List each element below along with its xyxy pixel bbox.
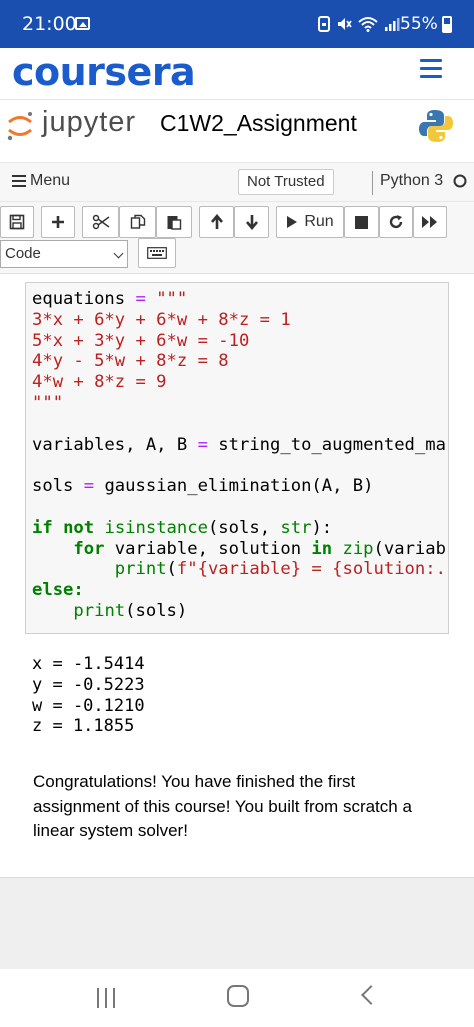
trust-indicator[interactable]: Not Trusted [238,169,334,195]
menu-bar: Menu Not Trusted Python 3 [0,162,474,202]
cell-type-value: Code [5,245,41,262]
output-line: z = 1.1855 [32,716,135,737]
notebook-area: equations = """ 3*x + 6*y + 6*w + 8*z = … [0,274,474,877]
battery-icon [442,16,452,33]
wifi-icon [358,17,378,32]
run-label: Run [304,213,334,230]
output-line: x = -1.5414 [32,654,145,674]
save-icon [9,214,25,230]
insert-cell-button[interactable] [41,206,75,238]
save-button[interactable] [0,206,34,238]
jupyter-header: jupyter C1W2_Assignment [0,100,474,162]
cut-icon [92,214,109,230]
cell-output: x = -1.5414 y = -0.5223 w = -0.1210 z = … [32,654,145,737]
system-nav-bar [0,969,474,1027]
kernel-separator [372,171,373,195]
battery-percent: 55% [400,14,438,34]
code-input[interactable]: equations = """ 3*x + 6*y + 6*w + 8*z = … [32,289,446,622]
home-icon[interactable] [227,985,249,1007]
code-line: sols = gaussian_elimination(A, B) [32,476,374,497]
notebook-name[interactable]: C1W2_Assignment [160,110,357,137]
jupyter-logo-icon[interactable] [6,110,34,142]
chevron-down-icon [113,248,124,259]
kernel-status-icon [453,174,467,188]
paste-button[interactable] [156,206,192,238]
markdown-cell: Congratulations! You have finished the f… [33,772,412,840]
code-line: if not isinstance(sols, str): [32,517,333,538]
page-bottom [0,877,474,969]
signal-icon [385,18,400,31]
coursera-header: coursera [0,48,474,100]
code-line: """ [32,392,64,413]
output-line: w = -0.1210 [32,695,145,716]
code-line: variables, A, B = string_to_augmented_ma [32,434,446,455]
run-button[interactable]: Run [276,206,344,238]
status-time: 21:00 [22,13,77,35]
dnd-icon [318,16,330,32]
code-line: equations = """ [32,289,188,309]
python-icon [419,110,453,142]
mute-icon [338,18,352,30]
stop-icon [355,215,368,229]
kernel-name[interactable]: Python 3 [380,172,443,190]
command-palette-button[interactable] [138,238,176,268]
play-icon [287,216,298,228]
code-line: for variable, solution in zip(variab [73,538,446,559]
status-bar: 21:00 55% [0,0,474,48]
output-line: y = -0.5223 [32,674,145,695]
arrow-down-icon [245,215,258,230]
code-line: print(f"{variable} = {solution:. [114,559,446,580]
back-icon[interactable] [361,985,381,1005]
move-down-button[interactable] [234,206,269,238]
code-line: else: [32,580,84,601]
recent-apps-icon[interactable] [95,988,117,1008]
restart-run-all-button[interactable] [413,206,447,238]
interrupt-button[interactable] [344,206,379,238]
copy-icon [130,214,145,229]
toolbar: Run Code [0,202,474,274]
code-line: 4*w + 8*z = 9 [32,372,167,393]
move-up-button[interactable] [199,206,234,238]
code-line: 3*x + 6*y + 6*w + 8*z = 1 [32,309,291,330]
menu-button[interactable]: Menu [12,172,70,190]
keyboard-icon [147,247,167,259]
cell-type-select[interactable]: Code [0,240,128,268]
menu-hamburger-icon [12,175,26,187]
paste-icon [167,216,182,230]
code-line: 5*x + 3*y + 6*w = -10 [32,330,250,351]
code-cell[interactable]: equations = """ 3*x + 6*y + 6*w + 8*z = … [25,282,449,634]
jupyter-wordmark[interactable]: jupyter [42,106,136,139]
arrow-up-icon [210,214,223,229]
fast-forward-icon [422,216,437,228]
coursera-logo[interactable]: coursera [12,50,196,94]
copy-button[interactable] [119,206,156,238]
restart-icon [389,215,403,229]
plus-icon [52,216,64,228]
gallery-icon [75,17,90,30]
code-line: print(sols) [73,600,188,621]
cut-button[interactable] [82,206,119,238]
code-line: 4*y - 5*w + 8*z = 8 [32,351,229,372]
restart-button[interactable] [379,206,413,238]
menu-label: Menu [30,172,71,189]
hamburger-icon[interactable] [420,59,444,79]
